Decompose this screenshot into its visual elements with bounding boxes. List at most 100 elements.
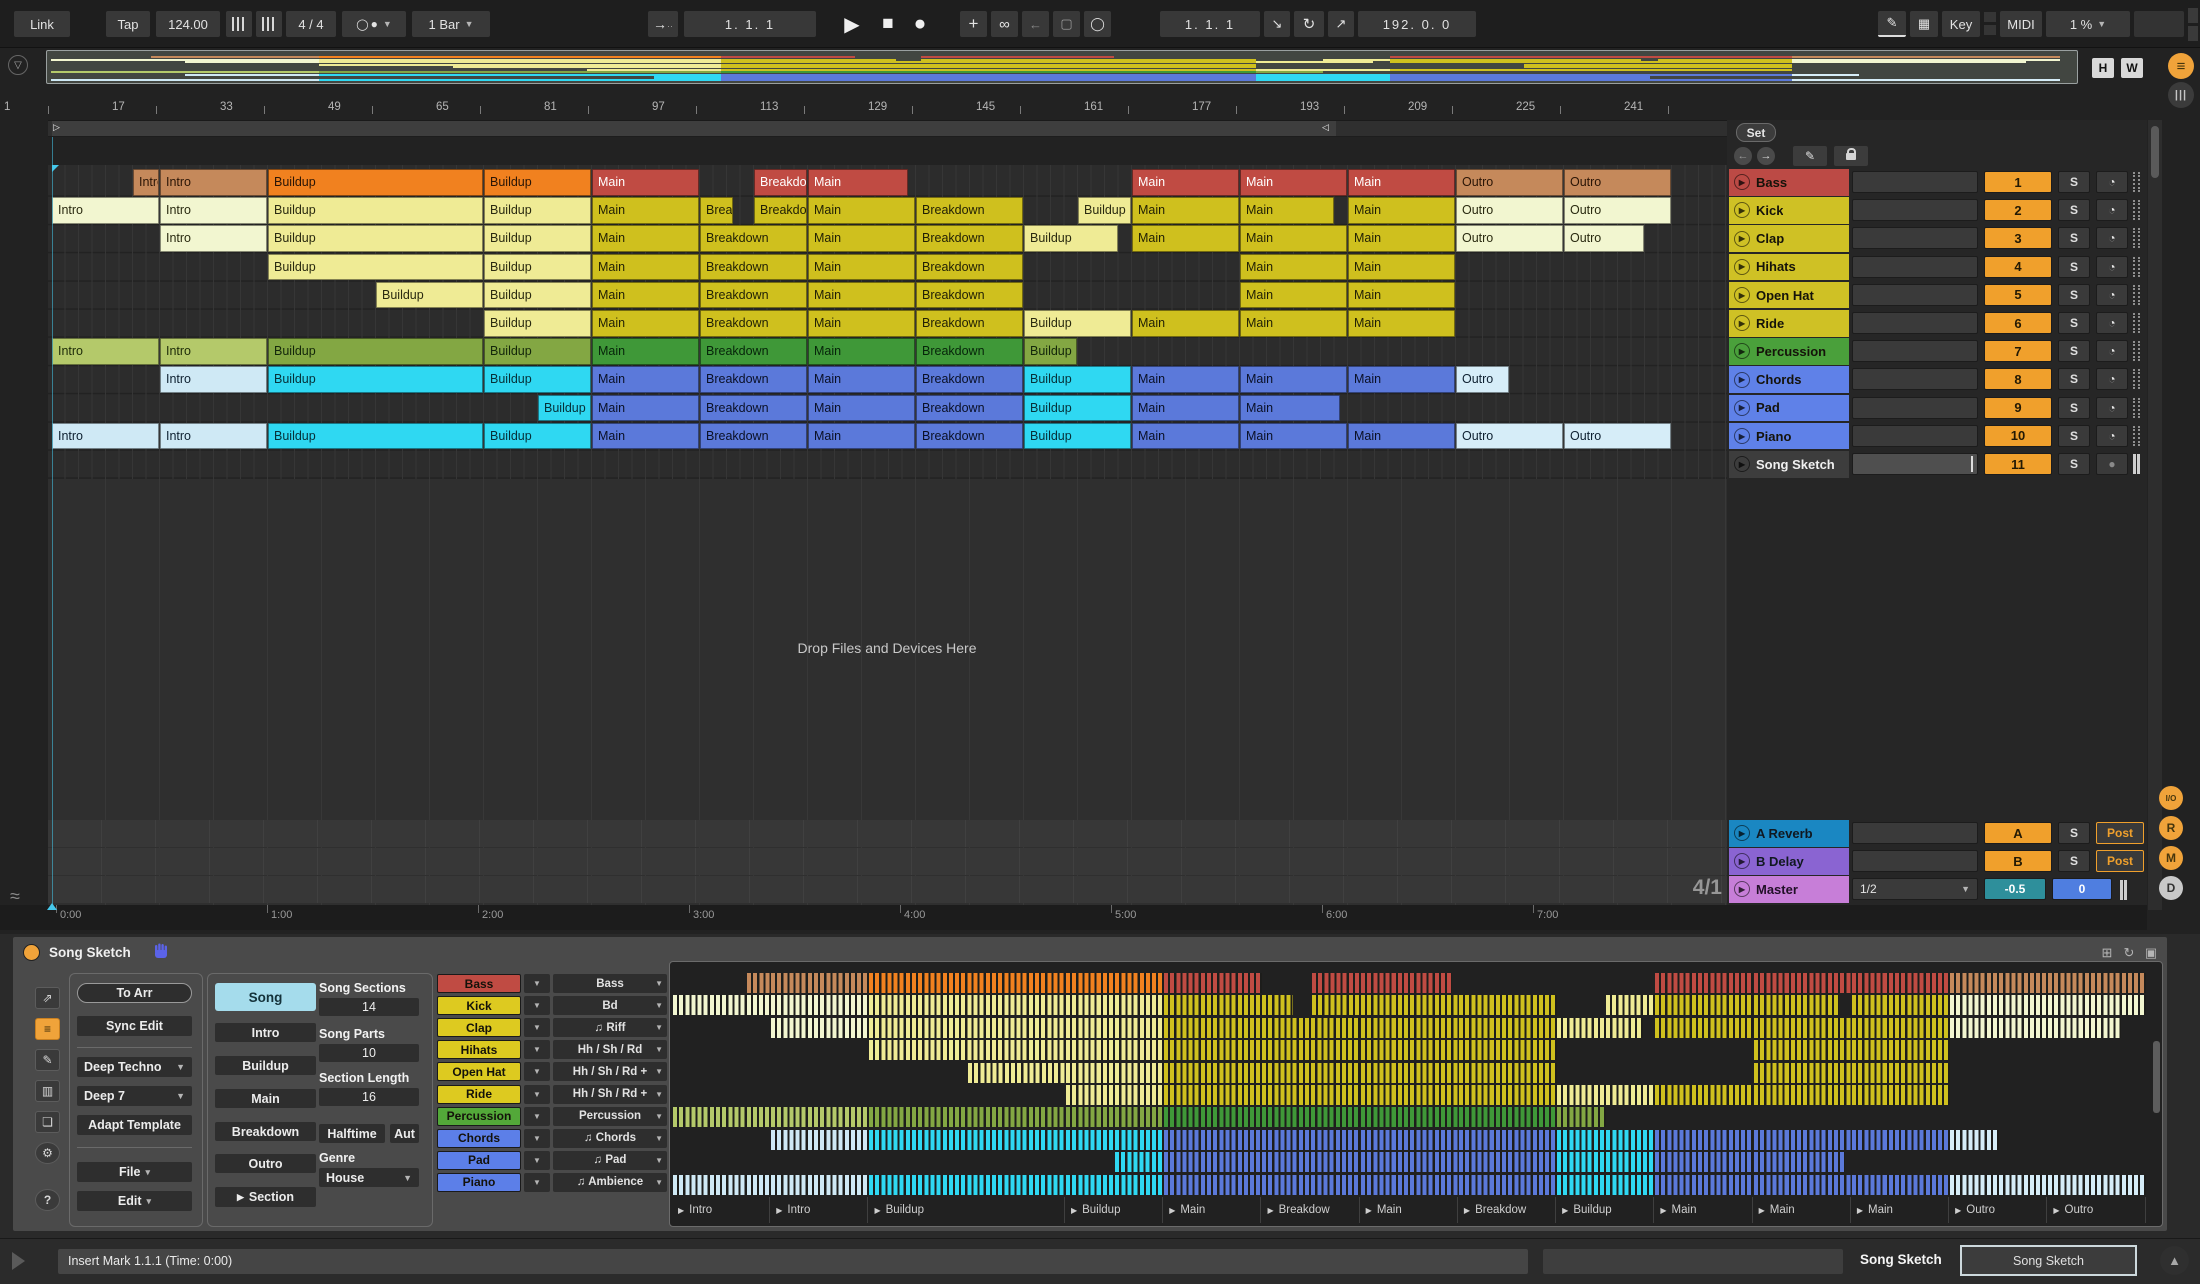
unfold-track-icon[interactable]: ▶ xyxy=(1734,259,1750,275)
solo-button[interactable]: S xyxy=(2058,425,2090,447)
track-volume-slider[interactable] xyxy=(1852,453,1978,475)
loop-brace[interactable] xyxy=(52,121,1336,136)
clip[interactable]: Main xyxy=(592,338,699,365)
clip[interactable]: Main xyxy=(1348,225,1455,252)
scope-main-button[interactable]: Main xyxy=(215,1089,316,1108)
device-pattern-selector[interactable]: Hh / Sh / Rd +▼ xyxy=(553,1062,667,1081)
track-activator-number[interactable]: 2 xyxy=(1984,199,2052,221)
clip[interactable]: Intro xyxy=(160,423,267,450)
unfold-track-icon[interactable]: ▶ xyxy=(1734,372,1750,388)
arm-button[interactable]: ● xyxy=(2096,453,2128,475)
time-ruler[interactable]: 0:001:002:003:004:005:006:007:00 xyxy=(0,905,2147,930)
unfold-track-icon[interactable]: ▶ xyxy=(1734,428,1750,444)
device-pattern-selector[interactable]: Bd▼ xyxy=(553,996,667,1015)
return-track-name-cell[interactable]: ▶B Delay xyxy=(1729,848,1849,875)
clip[interactable]: Intro xyxy=(160,169,267,196)
device-track-name-button[interactable]: Bass xyxy=(437,974,521,993)
clip[interactable]: Buildup xyxy=(1024,225,1118,252)
clip[interactable]: Main xyxy=(1132,395,1239,422)
song-scope-button[interactable]: Song xyxy=(215,983,316,1011)
clip[interactable]: Breakdown xyxy=(916,366,1023,393)
clip[interactable]: Main xyxy=(1240,366,1347,393)
track-resize-handle[interactable] xyxy=(2133,285,2140,305)
clip[interactable]: Main xyxy=(808,282,915,309)
return-volume-slider[interactable] xyxy=(1852,850,1978,872)
track-activator-number[interactable]: 7 xyxy=(1984,340,2052,362)
clip[interactable]: Main xyxy=(1348,423,1455,450)
master-pan-field[interactable]: -0.5 xyxy=(1984,878,2046,900)
track-volume-slider[interactable] xyxy=(1852,227,1978,249)
device-section-cell[interactable]: ▶Buildup xyxy=(1066,1197,1163,1223)
clip[interactable]: Outro xyxy=(1564,225,1644,252)
track-volume-slider[interactable] xyxy=(1852,425,1978,447)
help-icon[interactable]: ? xyxy=(35,1189,60,1211)
clip[interactable]: Outro xyxy=(1564,197,1671,224)
file-menu-button[interactable]: File▾ xyxy=(77,1162,192,1182)
unfold-track-icon[interactable]: ▶ xyxy=(1734,287,1750,303)
loop-end-marker[interactable]: ◁ xyxy=(1322,122,1329,133)
track-resize-handle[interactable] xyxy=(2133,200,2140,220)
device-track-dropdown[interactable]: ▼ xyxy=(524,1062,550,1081)
device-pattern-selector[interactable]: ♫ Pad▼ xyxy=(553,1151,667,1170)
device-pattern-selector[interactable]: Bass▼ xyxy=(553,974,667,993)
clip[interactable]: Intro xyxy=(52,197,159,224)
track-activator-number[interactable]: 1 xyxy=(1984,171,2052,193)
track-name-cell[interactable]: ▶Ride xyxy=(1729,310,1849,337)
midi-map-button[interactable]: MIDI xyxy=(2000,11,2042,37)
aut-button[interactable]: Aut xyxy=(390,1124,419,1143)
track-name-cell[interactable]: ▶Song Sketch xyxy=(1729,451,1849,478)
device-track-dropdown[interactable]: ▼ xyxy=(524,1173,550,1192)
device-track-name-button[interactable]: Hihats xyxy=(437,1040,521,1059)
clip[interactable]: Buildup xyxy=(484,254,591,281)
track-name-cell[interactable]: ▶Kick xyxy=(1729,197,1849,224)
unfold-track-icon[interactable]: ▶ xyxy=(1734,456,1750,472)
solo-button[interactable]: S xyxy=(2058,312,2090,334)
device-track-dropdown[interactable]: ▼ xyxy=(524,974,550,993)
device-track-name-button[interactable]: Percussion xyxy=(437,1107,521,1126)
clip[interactable]: Main xyxy=(1132,366,1239,393)
device-track-name-button[interactable]: Open Hat xyxy=(437,1062,521,1081)
track-resize-handle[interactable] xyxy=(2133,313,2140,333)
clip[interactable]: Buildup xyxy=(268,338,483,365)
solo-button[interactable]: S xyxy=(2058,368,2090,390)
clip[interactable]: Intro xyxy=(160,366,267,393)
overdub-button[interactable]: + xyxy=(960,11,987,37)
clip[interactable]: Buildup xyxy=(484,282,591,309)
io-section-toggle[interactable]: I/O xyxy=(2159,786,2183,810)
clip[interactable]: Breakdown xyxy=(916,338,1023,365)
clip[interactable]: Main xyxy=(1348,282,1455,309)
clip[interactable]: Main xyxy=(592,423,699,450)
device-pattern-selector[interactable]: ♫ Riff▼ xyxy=(553,1018,667,1037)
link-button[interactable]: Link xyxy=(14,11,70,37)
list-view-icon[interactable]: ≡ xyxy=(35,1018,60,1040)
track-activator-number[interactable]: 11 xyxy=(1984,453,2052,475)
clip[interactable]: Main xyxy=(1132,310,1239,337)
clip[interactable]: Intro xyxy=(52,423,159,450)
clip[interactable]: Main xyxy=(1348,310,1455,337)
tempo-field[interactable]: 124.00 xyxy=(156,11,220,37)
clip[interactable]: Main xyxy=(1240,423,1347,450)
clip[interactable]: Breakdown xyxy=(916,423,1023,450)
clip[interactable]: Outro xyxy=(1456,366,1509,393)
clip[interactable]: Breakdown xyxy=(700,225,807,252)
clip[interactable]: Main xyxy=(1132,225,1239,252)
clip[interactable]: Outro xyxy=(1456,423,1563,450)
clip[interactable]: Main xyxy=(808,366,915,393)
section-expander-button[interactable]: ▶Section xyxy=(215,1187,316,1207)
clip[interactable]: Outro xyxy=(1456,225,1563,252)
computer-midi-keyboard-button[interactable]: ▦ xyxy=(1910,11,1938,37)
track-activator-number[interactable]: 3 xyxy=(1984,227,2052,249)
count-in-button[interactable] xyxy=(256,11,282,37)
automation-arm-button[interactable]: ∞ xyxy=(991,11,1018,37)
monitor-pie-button[interactable]: ◔ xyxy=(2096,171,2128,193)
optimize-view-icon[interactable]: ≈ xyxy=(10,886,20,907)
device-track-dropdown[interactable]: ▼ xyxy=(524,1018,550,1037)
sync-edit-button[interactable]: Sync Edit xyxy=(77,1016,192,1036)
device-section-cell[interactable]: ▶Buildup xyxy=(869,1197,1064,1223)
monitor-pie-button[interactable]: ◔ xyxy=(2096,199,2128,221)
clip[interactable]: Intro xyxy=(160,197,267,224)
unfold-track-icon[interactable]: ▶ xyxy=(1734,174,1750,190)
master-resize-handle[interactable] xyxy=(2120,880,2127,900)
device-track-dropdown[interactable]: ▼ xyxy=(524,996,550,1015)
clip[interactable]: Main xyxy=(1348,169,1455,196)
